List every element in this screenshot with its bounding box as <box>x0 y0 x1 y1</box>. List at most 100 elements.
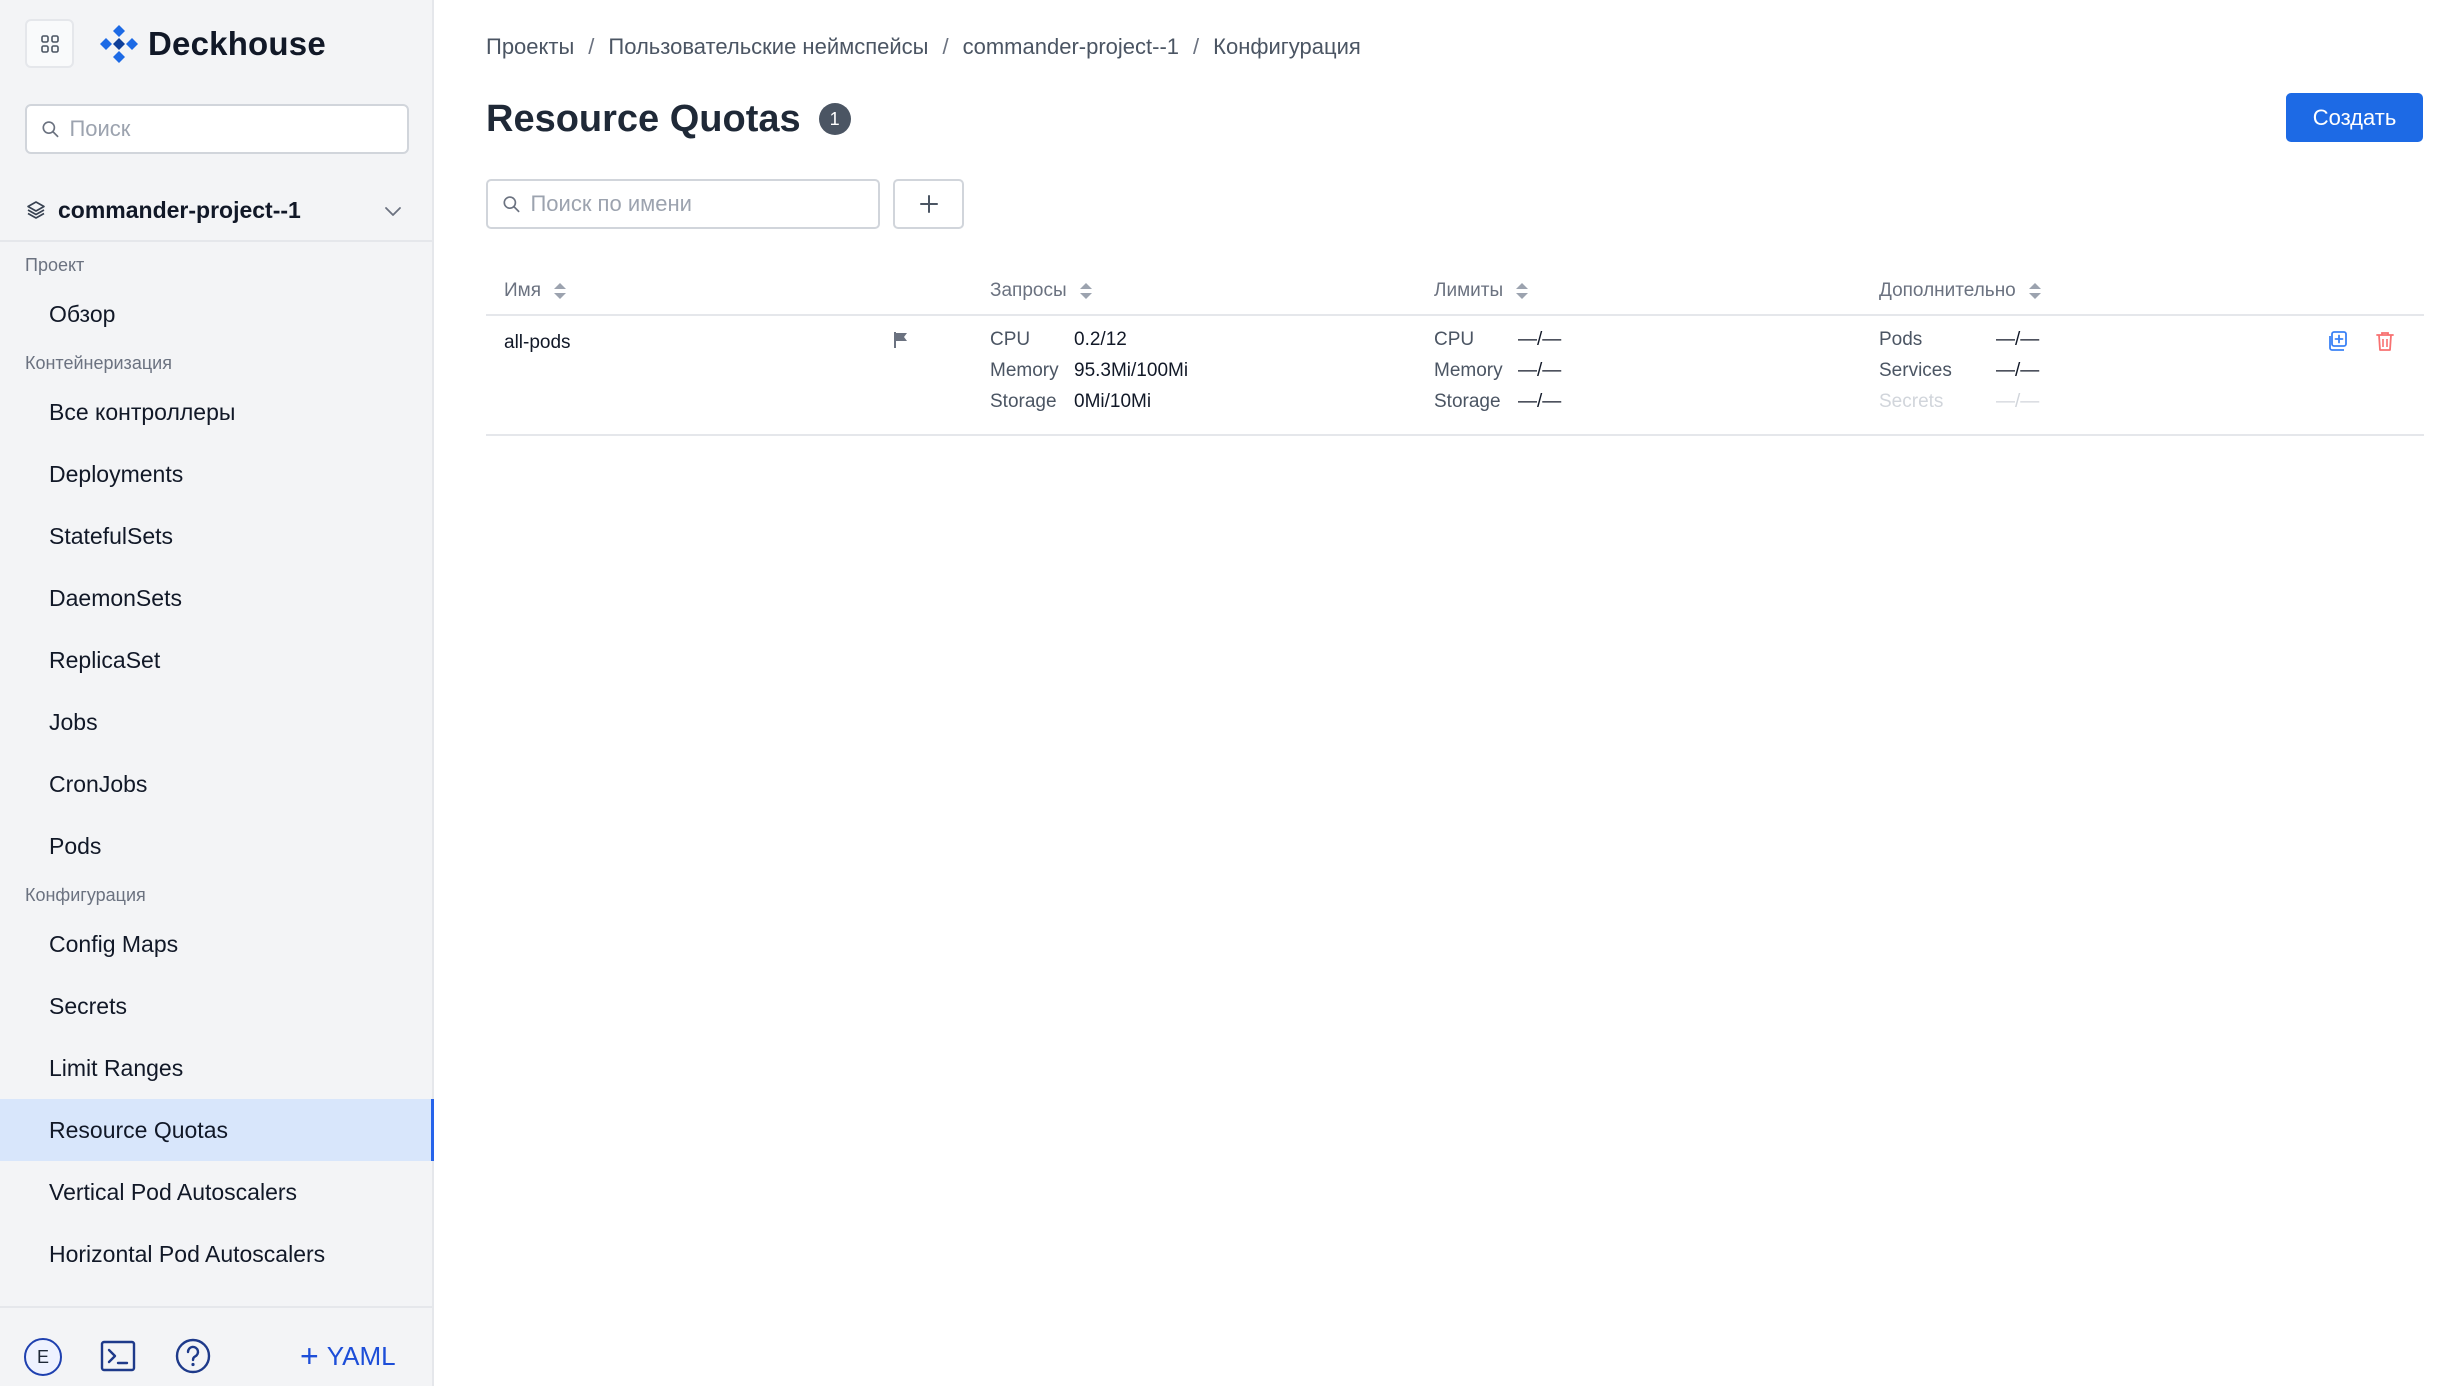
kv-value: —/— <box>1996 328 2040 350</box>
sidebar-item-all-controllers[interactable]: Все контроллеры <box>0 381 432 443</box>
requests-cell: CPU 0.2/12 Memory 95.3Mi/100Mi Storage 0… <box>990 324 1188 417</box>
add-yaml-button[interactable]: + YAML <box>300 1338 396 1374</box>
kv-value: —/— <box>1518 359 1562 381</box>
plus-icon <box>919 195 938 213</box>
column-header-additional[interactable]: Дополнительно <box>1879 266 2042 316</box>
sidebar-item-cronjobs[interactable]: CronJobs <box>0 753 432 815</box>
chevron-down-icon <box>385 207 401 216</box>
sort-icon <box>554 283 567 299</box>
project-selector[interactable]: commander-project--1 <box>0 180 432 242</box>
terminal-icon[interactable] <box>100 1338 136 1374</box>
kv-key: Memory <box>990 359 1059 381</box>
sidebar-footer: E + YAML <box>0 1306 432 1386</box>
column-label: Дополнительно <box>1879 280 2016 301</box>
nav-section-configuration: Конфигурация <box>25 884 146 905</box>
add-filter-button[interactable] <box>893 179 964 229</box>
table-row[interactable]: all-pods CPU 0.2/12 Memory 95.3Mi/100Mi … <box>486 316 2424 436</box>
help-icon[interactable] <box>174 1337 212 1375</box>
sidebar-item-limit-ranges[interactable]: Limit Ranges <box>0 1037 432 1099</box>
nav-section-containerization: Контейнеризация <box>25 352 172 373</box>
breadcrumb-project[interactable]: commander-project--1 <box>963 34 1179 60</box>
deckhouse-logo-icon <box>100 25 138 63</box>
search-icon <box>503 196 520 213</box>
sidebar-item-secrets[interactable]: Secrets <box>0 975 432 1037</box>
kv-key: Storage <box>1434 390 1501 412</box>
kv-row: Pods —/— <box>1879 324 2039 355</box>
kv-value: —/— <box>1518 328 1562 350</box>
sidebar-item-pods[interactable]: Pods <box>0 815 432 877</box>
breadcrumb: Проекты / Пользовательские неймспейсы / … <box>486 32 1361 62</box>
column-header-requests[interactable]: Запросы <box>990 266 1093 316</box>
kv-key: Storage <box>990 390 1057 412</box>
breadcrumb-separator: / <box>1193 34 1200 59</box>
clone-icon[interactable] <box>2326 330 2348 352</box>
project-name: commander-project--1 <box>58 196 301 223</box>
flag-icon[interactable] <box>892 330 910 350</box>
sidebar-search-input[interactable] <box>69 116 407 142</box>
kv-row: Memory 95.3Mi/100Mi <box>990 355 1188 386</box>
table-header: Имя Запросы Лимиты Дополнительно <box>486 266 2424 316</box>
kv-value: 0Mi/10Mi <box>1074 390 1152 412</box>
page-title: Resource Quotas <box>486 97 801 140</box>
column-label: Лимиты <box>1434 280 1504 301</box>
apps-grid-button[interactable] <box>25 19 74 68</box>
kv-row: Storage —/— <box>1434 386 1561 417</box>
kv-key: Memory <box>1434 359 1503 381</box>
name-search[interactable] <box>486 179 880 229</box>
kv-value: 0.2/12 <box>1074 328 1127 350</box>
name-search-input[interactable] <box>530 191 878 217</box>
sidebar: Deckhouse commander-project--1 Проект Об… <box>0 0 434 1386</box>
breadcrumb-separator: / <box>588 34 595 59</box>
kv-value: —/— <box>1518 390 1562 412</box>
search-icon <box>42 121 59 138</box>
breadcrumb-user-namespaces[interactable]: Пользовательские неймспейсы <box>608 34 928 60</box>
kv-row: Secrets —/— <box>1879 386 2039 417</box>
breadcrumb-projects[interactable]: Проекты <box>486 34 574 60</box>
sort-icon <box>1079 283 1092 299</box>
page-header: Resource Quotas 1 <box>486 94 851 144</box>
kv-row: Services —/— <box>1879 355 2039 386</box>
layers-icon <box>27 201 45 219</box>
column-header-limits[interactable]: Лимиты <box>1434 266 1529 316</box>
sidebar-search[interactable] <box>25 104 409 154</box>
logo-text: Deckhouse <box>148 25 326 62</box>
nav-section-project: Проект <box>25 254 85 275</box>
kv-key: CPU <box>1434 328 1475 350</box>
sidebar-item-jobs[interactable]: Jobs <box>0 691 432 753</box>
additional-cell: Pods —/— Services —/— Secrets —/— <box>1879 324 2039 417</box>
user-avatar[interactable]: E <box>24 1338 62 1376</box>
column-label: Запросы <box>990 280 1067 301</box>
deckhouse-logo[interactable]: Deckhouse <box>98 22 326 66</box>
plus-icon: + <box>300 1338 319 1374</box>
sidebar-item-config-maps[interactable]: Config Maps <box>0 913 432 975</box>
breadcrumb-separator: / <box>942 34 949 59</box>
sidebar-item-replicaset[interactable]: ReplicaSet <box>0 629 432 691</box>
sidebar-item-resource-quotas[interactable]: Resource Quotas <box>0 1099 434 1161</box>
trash-icon[interactable] <box>2375 330 2395 352</box>
create-button[interactable]: Создать <box>2286 93 2423 142</box>
sort-icon <box>1516 283 1529 299</box>
kv-row: CPU 0.2/12 <box>990 324 1188 355</box>
kv-row: CPU —/— <box>1434 324 1561 355</box>
column-label: Имя <box>504 280 542 301</box>
sidebar-item-deployments[interactable]: Deployments <box>0 443 432 505</box>
sidebar-item-overview[interactable]: Обзор <box>0 283 432 345</box>
kv-row: Memory —/— <box>1434 355 1561 386</box>
sidebar-item-daemonsets[interactable]: DaemonSets <box>0 567 432 629</box>
count-badge: 1 <box>818 103 851 135</box>
sidebar-item-horizontal-pod-autoscalers[interactable]: Horizontal Pod Autoscalers <box>0 1223 432 1285</box>
kv-key: Pods <box>1879 328 1923 350</box>
kv-value: —/— <box>1996 359 2040 381</box>
kv-value: 95.3Mi/100Mi <box>1074 359 1189 381</box>
column-header-name[interactable]: Имя <box>504 266 567 316</box>
resource-quotas-table: Имя Запросы Лимиты Дополнительно all-pod… <box>486 266 2424 436</box>
sort-icon <box>2028 283 2041 299</box>
breadcrumb-configuration[interactable]: Конфигурация <box>1213 34 1361 60</box>
limits-cell: CPU —/— Memory —/— Storage —/— <box>1434 324 1561 417</box>
kv-key: CPU <box>990 328 1031 350</box>
kv-row: Storage 0Mi/10Mi <box>990 386 1188 417</box>
kv-key: Services <box>1879 359 1952 381</box>
sidebar-item-vertical-pod-autoscalers[interactable]: Vertical Pod Autoscalers <box>0 1161 432 1223</box>
quota-name[interactable]: all-pods <box>504 332 571 354</box>
sidebar-item-statefulsets[interactable]: StatefulSets <box>0 505 432 567</box>
